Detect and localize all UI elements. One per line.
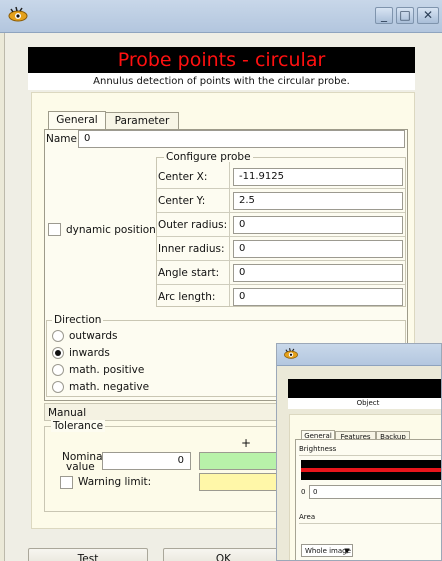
arc-length-input[interactable]: 0 (233, 288, 403, 306)
inner-radius-input[interactable]: 0 (233, 240, 403, 258)
warning-limit-label: Warning limit: (78, 476, 152, 488)
dynamic-position-label: dynamic position (66, 224, 156, 236)
tab-parameter[interactable]: Parameter (105, 112, 179, 130)
brightness-divider (299, 455, 441, 456)
direction-legend: Direction (52, 314, 104, 326)
header-title: Probe points - circular (117, 49, 326, 71)
name-input[interactable]: 0 (78, 130, 405, 148)
second-window-tab-pane (295, 439, 441, 560)
eye-icon (284, 348, 298, 359)
area-select[interactable]: Whole image ▼ (301, 544, 353, 557)
center-y-label: Center Y: (158, 195, 206, 207)
inner-radius-label: Inner radius: (158, 243, 225, 255)
inwards-label: inwards (69, 347, 110, 359)
probe-row-divider (157, 212, 405, 213)
math-negative-radio[interactable] (52, 381, 64, 393)
nominal-value-input[interactable]: 0 (102, 452, 191, 470)
math-negative-label: math. negative (69, 381, 150, 393)
tolerance-legend: Tolerance (51, 420, 106, 432)
second-window-subtitle: Object (356, 399, 380, 407)
outwards-label: outwards (69, 330, 118, 342)
close-button[interactable]: ✕ (417, 7, 439, 24)
dynamic-position-checkbox[interactable] (48, 223, 61, 236)
probe-row-divider (157, 284, 405, 285)
probe-row-divider (157, 188, 405, 189)
nominal-value-label: value (66, 461, 95, 473)
center-y-input[interactable]: 2.5 (233, 192, 403, 210)
math-positive-radio[interactable] (52, 364, 64, 376)
angle-start-input[interactable]: 0 (233, 264, 403, 282)
chevron-down-icon: ▼ (344, 547, 350, 555)
minimize-button[interactable]: _ (375, 7, 393, 24)
header-subtitle: Annulus detection of points with the cir… (93, 76, 350, 87)
brightness-legend: Brightness (299, 445, 337, 453)
name-label: Name (46, 133, 77, 145)
manual-label: Manual (48, 407, 87, 419)
plus-label: + (241, 436, 252, 450)
second-window[interactable]: Object General Features Backup Brightnes… (276, 343, 442, 561)
eye-icon (8, 6, 28, 22)
configure-probe-legend: Configure probe (164, 151, 253, 163)
ok-button[interactable]: OK (163, 548, 284, 561)
brightness-input[interactable]: 0 (309, 485, 441, 499)
angle-start-label: Angle start: (158, 267, 220, 279)
area-divider (299, 523, 441, 524)
outer-radius-label: Outer radius: (158, 219, 228, 231)
math-positive-label: math. positive (69, 364, 145, 376)
warning-limit-checkbox[interactable] (60, 476, 73, 489)
center-x-input[interactable]: -11.9125 (233, 168, 403, 186)
maximize-button[interactable]: □ (396, 7, 414, 24)
brightness-slider-bar (301, 468, 441, 472)
brightness-value-label: 0 (301, 488, 306, 496)
outwards-radio[interactable] (52, 330, 64, 342)
center-x-label: Center X: (158, 171, 208, 183)
second-window-title-bar[interactable] (277, 344, 441, 366)
probe-row-divider (157, 236, 405, 237)
outer-radius-input[interactable]: 0 (233, 216, 403, 234)
area-legend: Area (299, 513, 316, 521)
probe-row-divider (157, 260, 405, 261)
tab-general[interactable]: General (48, 111, 106, 130)
inwards-radio[interactable] (52, 347, 64, 359)
second-window-header-banner (288, 379, 441, 398)
arc-length-label: Arc length: (158, 291, 216, 303)
test-button[interactable]: Test (28, 548, 148, 561)
